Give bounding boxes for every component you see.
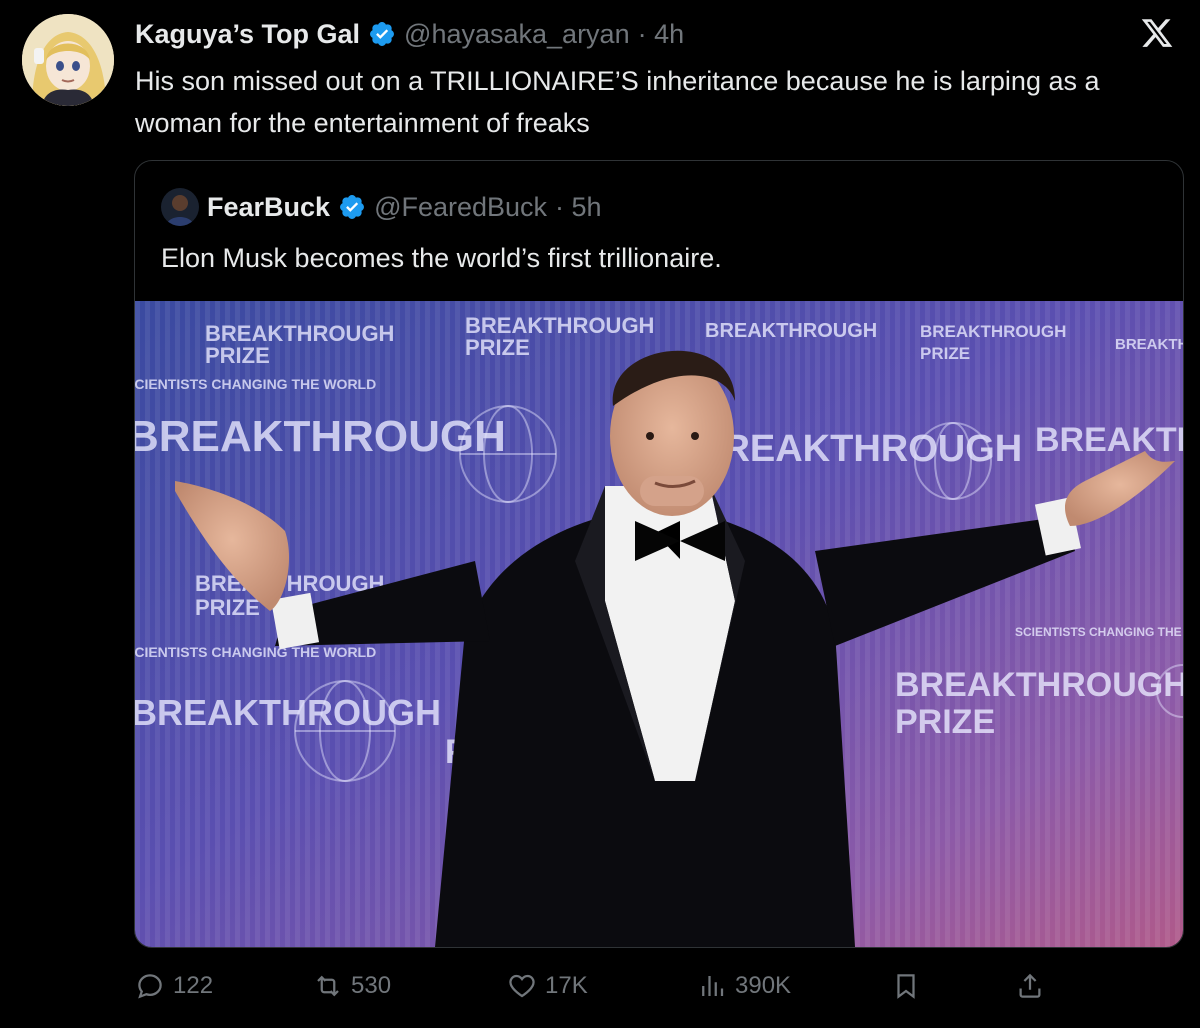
backdrop-word: BREAKTHROUGH [895, 666, 1183, 704]
anime-avatar-image [22, 14, 114, 106]
backdrop-word: PRIZE [465, 335, 530, 360]
backdrop-word: PRIZE [920, 344, 970, 363]
backdrop-word: PRIZE [195, 595, 260, 620]
share-button[interactable] [1015, 962, 1045, 1010]
author-display-name[interactable]: Kaguya’s Top Gal [135, 19, 360, 50]
backdrop-word: BREAKTHROUGH [135, 412, 506, 461]
share-icon [1019, 973, 1041, 998]
backdrop-word: PRIZE [205, 343, 270, 368]
bookmark-button[interactable] [891, 962, 921, 1010]
backdrop-word: SCIENTISTS CHANGING THE WORLD [1015, 625, 1183, 639]
backdrop-word: BREAKTHROUGH [695, 428, 1022, 470]
backdrop-word: BREAKTHROUGH [920, 322, 1066, 341]
verified-badge-icon [340, 195, 365, 219]
repost-button[interactable]: 530 [313, 962, 391, 1010]
bookmark-icon [897, 974, 915, 999]
quoted-display-name: FearBuck [207, 191, 331, 222]
views-button[interactable]: 390K [697, 962, 791, 1010]
quoted-tweet-body: Elon Musk becomes the world’s first tril… [161, 243, 722, 273]
x-logo-icon[interactable] [1140, 16, 1174, 50]
reply-count: 122 [173, 972, 214, 999]
quoted-handle: @FearedBuck [374, 191, 548, 222]
quoted-author-avatar [161, 188, 199, 226]
repost-count: 530 [351, 972, 392, 999]
tweet-body: His son missed out on a TRILLIONAIRE’S i… [135, 66, 1100, 138]
author-handle[interactable]: @hayasaka_aryan [404, 19, 630, 50]
reply-icon [138, 974, 162, 999]
repost-icon [317, 975, 339, 997]
quoted-tweet-card[interactable]: FearBuck @FearedBuck · 5h Elon Musk beco… [134, 160, 1184, 948]
tweet-timestamp[interactable]: · 4h [638, 19, 685, 50]
backdrop-word: BREAKTHROUGH [195, 571, 384, 596]
quoted-photo[interactable]: BREAKTHROUGH BREAKTHROUGH PRIZE SCIENTIS… [135, 301, 1183, 947]
backdrop-word: BREAKTHROUGH [1035, 421, 1183, 459]
quoted-timestamp: · 5h [555, 191, 602, 222]
backdrop-word: PRIZE [895, 703, 995, 741]
quoted-tweet-header: FearBuck @FearedBuck · 5h [161, 187, 602, 227]
photo-man-in-tuxedo: BREAKTHROUGH BREAKTHROUGH PRIZE SCIENTIS… [135, 301, 1183, 947]
reply-button[interactable]: 122 [135, 962, 213, 1010]
backdrop-word: BREAKTHROUGH [705, 320, 877, 342]
tweet-header: Kaguya’s Top Gal @hayasaka_aryan · 4h [135, 14, 684, 54]
quoted-avatar-image [161, 188, 199, 226]
like-icon [509, 974, 535, 998]
like-count: 17K [545, 972, 588, 999]
verified-badge-icon [370, 22, 395, 46]
views-icon [702, 976, 724, 996]
author-avatar[interactable] [22, 14, 114, 106]
tweet-action-bar: 122 530 17K 390K [135, 962, 1185, 1010]
backdrop-word: SCIENTISTS CHANGING THE WORLD [135, 376, 376, 392]
backdrop-word: SCIENTISTS CHANGING THE WORLD [135, 644, 376, 660]
backdrop-word: BREAKTHROUGH [1115, 336, 1183, 353]
like-button[interactable]: 17K [507, 962, 588, 1010]
views-count: 390K [735, 972, 792, 999]
